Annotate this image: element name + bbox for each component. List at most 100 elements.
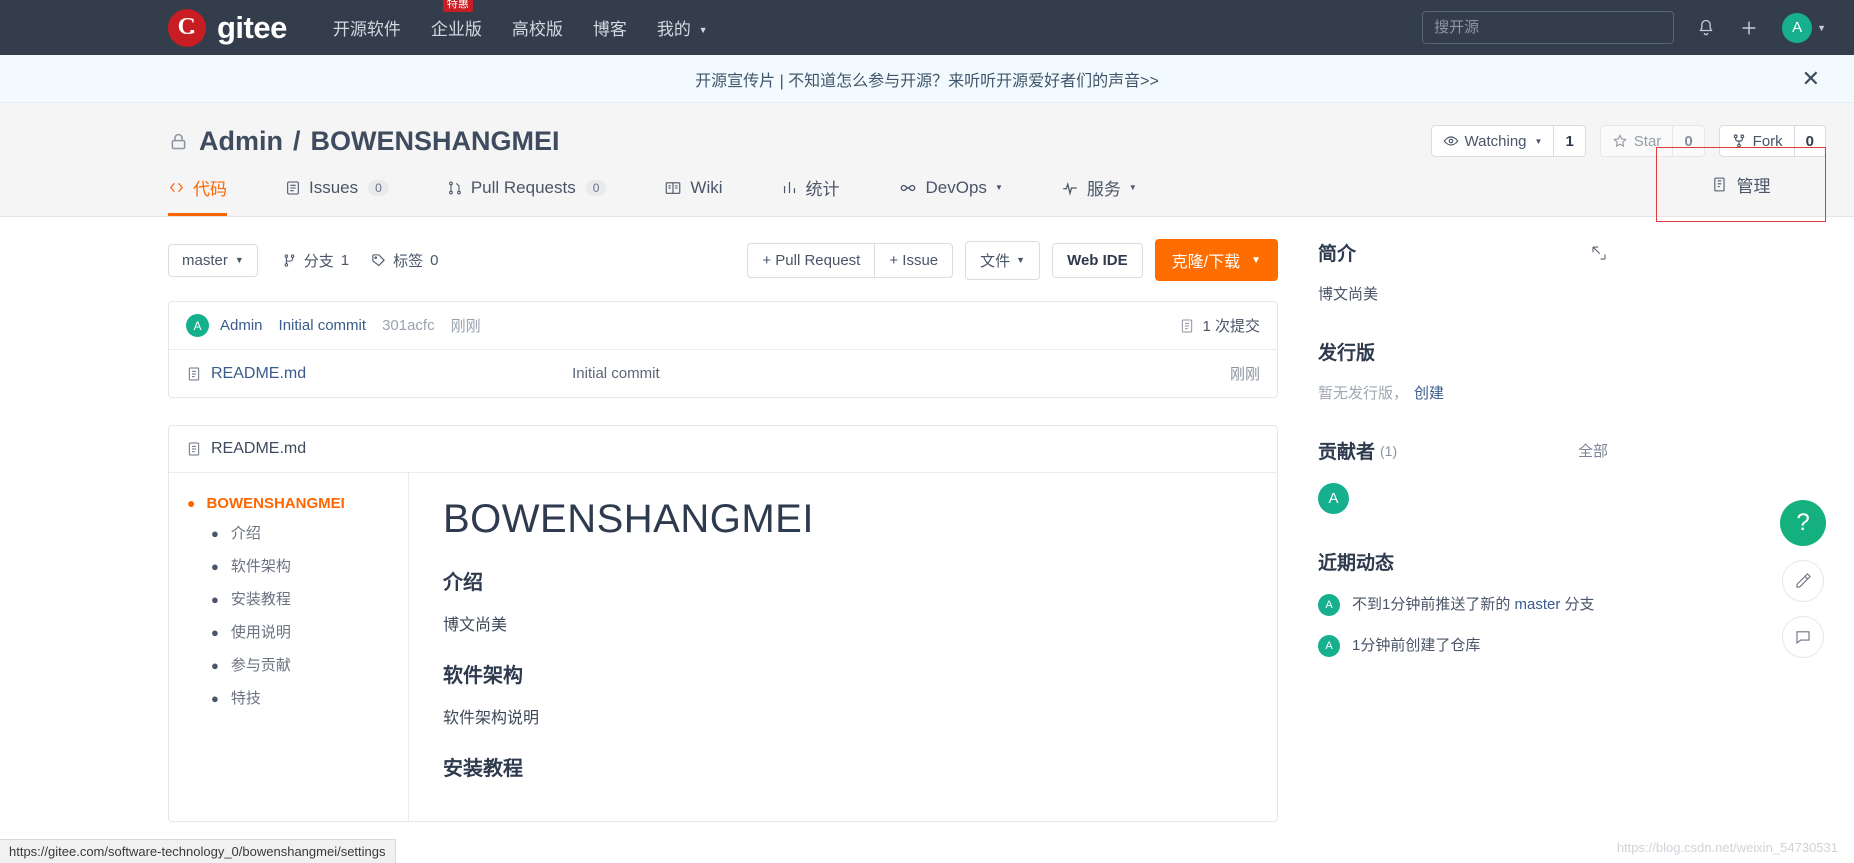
tab-services[interactable]: 服务 ▼ — [1061, 175, 1137, 216]
watching-button[interactable]: Watching ▼ — [1432, 126, 1555, 156]
infinity-icon — [898, 178, 918, 198]
contributor-avatar[interactable]: A — [1318, 483, 1349, 514]
repo-toolbar: master ▼ 分支 1 标签 0 + Pull Request + Issu… — [168, 239, 1278, 281]
commit-count-label: 1 次提交 — [1202, 318, 1260, 335]
watching-button-group[interactable]: Watching ▼ 1 — [1430, 125, 1586, 157]
repo-name[interactable]: BOWENSHANGMEI — [311, 126, 560, 157]
chevron-down-icon: ▼ — [1128, 183, 1137, 192]
toc-item-label: 介绍 — [230, 525, 261, 542]
tags-link[interactable]: 标签 0 — [371, 250, 438, 271]
nav-label: 我的 — [656, 20, 691, 39]
edit-icon[interactable] — [1590, 244, 1608, 262]
create-release-link[interactable]: 创建 — [1414, 385, 1444, 402]
activity-suffix: 分支 — [1560, 596, 1595, 613]
activity-heading-row: 近期动态 — [1318, 548, 1608, 575]
pencil-icon — [1794, 572, 1812, 590]
activity-text: 1分钟前创建了仓库 — [1352, 635, 1480, 656]
issue-icon — [285, 180, 301, 196]
gitee-logo[interactable]: G gitee — [168, 8, 287, 47]
tab-pull-requests[interactable]: Pull Requests 0 — [447, 175, 607, 216]
file-icon — [186, 366, 202, 382]
tab-label: 管理 — [1736, 177, 1771, 196]
tab-label: Wiki — [690, 177, 723, 197]
nav-label: 高校版 — [511, 20, 563, 39]
feedback-fab[interactable] — [1782, 560, 1824, 602]
new-pull-request-button[interactable]: + Pull Request — [748, 244, 874, 277]
branch-icon — [282, 253, 297, 268]
toc-item[interactable]: ● 介绍 — [211, 522, 390, 543]
nav-item-opensource[interactable]: 开源软件 — [333, 15, 401, 40]
file-commit-message[interactable]: Initial commit — [572, 365, 660, 382]
toc-item[interactable]: ● 使用说明 — [211, 621, 390, 642]
intro-heading-row: 简介 — [1318, 239, 1608, 266]
readme-h1: BOWENSHANGMEI — [443, 497, 814, 541]
bullet-icon: ● — [187, 495, 196, 511]
commit-count-link[interactable]: 1 次提交 — [1179, 315, 1260, 336]
files-button[interactable]: 文件 ▼ — [965, 240, 1041, 280]
tab-label: Pull Requests — [470, 177, 576, 197]
promo-banner-text[interactable]: 开源宣传片 | 不知道怎么参与开源？来听听开源爱好者们的声音>> — [695, 67, 1159, 91]
star-icon — [1612, 133, 1628, 149]
chat-fab[interactable] — [1782, 616, 1824, 658]
plus-icon[interactable] — [1738, 17, 1760, 39]
close-icon[interactable]: ✕ — [1802, 67, 1820, 90]
files-card: A Admin Initial commit 301acfc 刚刚 1 次提交 — [168, 301, 1278, 398]
user-menu[interactable]: A ▼ — [1782, 12, 1826, 43]
status-url: https://gitee.com/software-technology_0/… — [9, 844, 386, 859]
releases-empty-text: 暂无发行版， — [1318, 385, 1409, 402]
avatar: A — [1318, 635, 1340, 657]
toc-item[interactable]: ● 特技 — [211, 687, 390, 708]
bullet-icon: ● — [211, 559, 219, 574]
top-navigation-bar: G gitee 开源软件 特惠 企业版 高校版 博客 我的 ▼ 搜开源 A ▼ — [0, 0, 1854, 55]
toc-item-label: 特技 — [230, 690, 261, 707]
tab-manage[interactable]: 管理 — [1712, 172, 1771, 197]
bullet-icon: ● — [211, 526, 219, 541]
tab-label: 统计 — [805, 180, 840, 199]
nav-item-enterprise[interactable]: 特惠 企业版 — [431, 0, 482, 40]
intro-text: 博文尚美 — [1318, 286, 1379, 303]
chevron-down-icon: ▼ — [994, 183, 1003, 192]
tab-code[interactable]: 代码 — [168, 175, 227, 216]
toc-item[interactable]: ● 参与贡献 — [211, 654, 390, 675]
readme-section-heading: 软件架构 — [443, 665, 523, 687]
contributors-all-link[interactable]: 全部 — [1578, 440, 1608, 461]
nav-item-blog[interactable]: 博客 — [593, 15, 627, 40]
search-input[interactable] — [1422, 11, 1675, 44]
new-issue-button[interactable]: + Issue — [874, 243, 952, 277]
file-time: 刚刚 — [1229, 366, 1260, 383]
tab-issues[interactable]: Issues 0 — [285, 175, 389, 216]
branch-selector[interactable]: master ▼ — [168, 243, 258, 277]
readme-title: README.md — [211, 440, 307, 457]
toc-root-label: BOWENSHANGMEI — [206, 495, 345, 512]
tab-stats[interactable]: 统计 — [781, 175, 840, 216]
commit-author[interactable]: Admin — [220, 317, 263, 334]
readme-section-heading: 介绍 — [443, 572, 483, 594]
create-button-group: + Pull Request + Issue — [747, 242, 954, 278]
watching-label: Watching — [1464, 132, 1527, 150]
bullet-icon: ● — [211, 658, 219, 673]
toc-root-item[interactable]: ● BOWENSHANGMEI — [187, 495, 390, 512]
activity-section: 近期动态 A 不到1分钟前推送了新的 master 分支 A 1分钟前创建了仓库 — [1318, 548, 1608, 657]
tab-devops[interactable]: DevOps ▼ — [898, 175, 1003, 216]
repo-owner[interactable]: Admin — [199, 126, 283, 157]
file-link[interactable]: README.md — [186, 365, 306, 383]
commit-sha[interactable]: 301acfc — [382, 317, 435, 334]
activity-item: A 不到1分钟前推送了新的 master 分支 — [1318, 594, 1608, 616]
readme-card: README.md ● BOWENSHANGMEI ● 介绍 ● 软件架构 ● … — [168, 425, 1278, 822]
nav-right-group: A ▼ — [1422, 11, 1826, 44]
help-fab[interactable]: ? — [1780, 500, 1826, 546]
nav-item-mine[interactable]: 我的 ▼ — [657, 15, 708, 40]
intro-title: 简介 — [1318, 244, 1357, 265]
bell-icon[interactable] — [1696, 18, 1716, 38]
chevron-down-icon: ▼ — [234, 255, 244, 265]
web-ide-button[interactable]: Web IDE — [1052, 242, 1143, 278]
clone-download-button[interactable]: 克隆/下载 ▼ — [1154, 239, 1278, 281]
tab-wiki[interactable]: Wiki — [664, 175, 723, 216]
activity-link[interactable]: master — [1515, 596, 1561, 613]
commit-message[interactable]: Initial commit — [279, 317, 367, 334]
toc-item[interactable]: ● 软件架构 — [211, 555, 390, 576]
nav-item-university[interactable]: 高校版 — [512, 15, 563, 40]
toc-item[interactable]: ● 安装教程 — [211, 588, 390, 609]
branches-link[interactable]: 分支 1 — [282, 250, 349, 271]
toc-item-label: 使用说明 — [230, 624, 291, 641]
